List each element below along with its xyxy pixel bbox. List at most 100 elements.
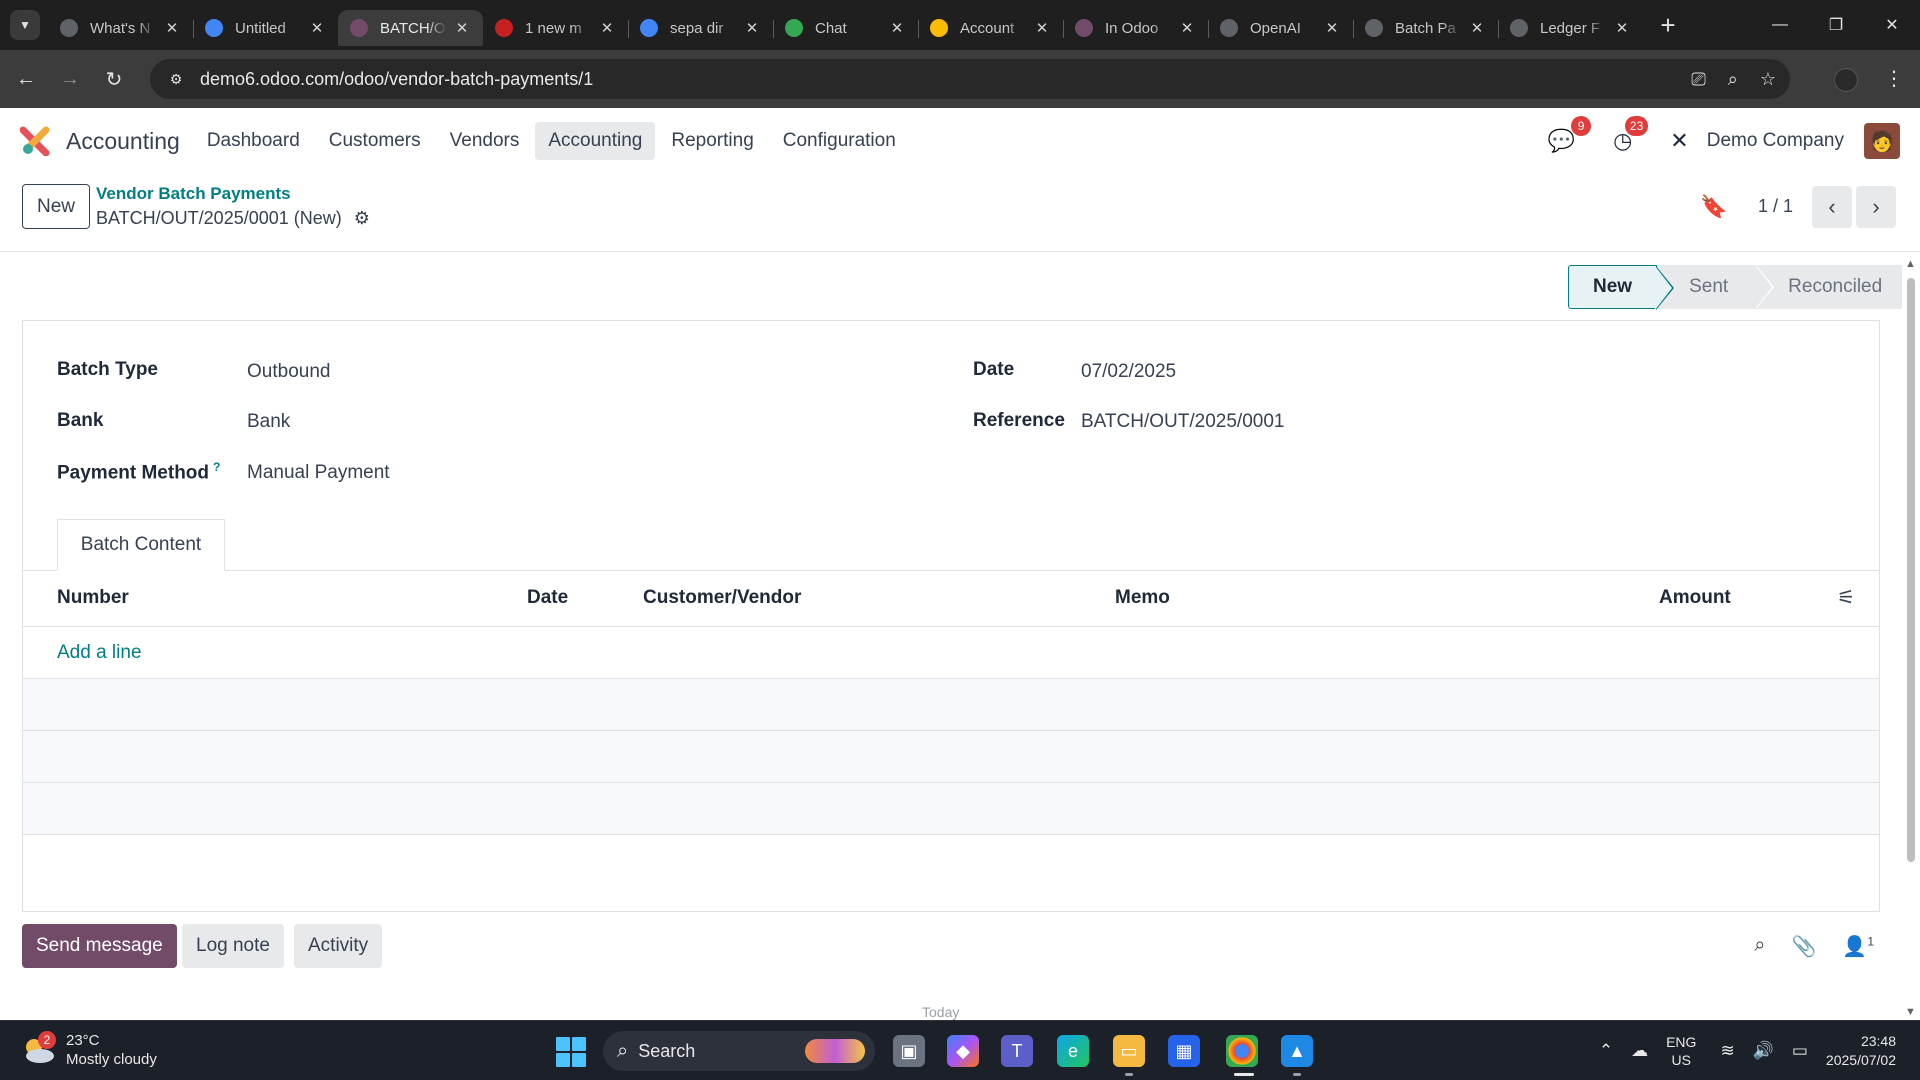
menu-item-dashboard[interactable]: Dashboard [194, 122, 313, 160]
zoom-icon[interactable]: ⌕ [1728, 69, 1738, 90]
browser-tab[interactable]: BATCH/O ✕ [338, 10, 483, 46]
browser-tab[interactable]: Batch Pa ✕ [1353, 10, 1498, 46]
column-memo[interactable]: Memo [1115, 587, 1170, 609]
column-amount[interactable]: Amount [1659, 587, 1731, 609]
address-bar[interactable]: ⚙ demo6.odoo.com/odoo/vendor-batch-payme… [150, 59, 1790, 99]
forward-button[interactable]: → [52, 61, 88, 97]
date-field[interactable]: 07/02/2025 [1081, 361, 1176, 383]
weather-widget[interactable]: 2 23°C Mostly cloudy [20, 1031, 157, 1069]
pager-next-button[interactable]: › [1856, 186, 1896, 228]
attachment-icon[interactable]: 📎 [1792, 934, 1817, 959]
install-app-icon[interactable]: ⎚ [1691, 69, 1705, 90]
column-number[interactable]: Number [57, 587, 129, 609]
reference-field[interactable]: BATCH/OUT/2025/0001 [1081, 411, 1284, 433]
onedrive-icon[interactable]: ☁ [1631, 1041, 1648, 1061]
windows-start-icon[interactable] [556, 1037, 586, 1067]
send-message-button[interactable]: Send message [22, 924, 177, 968]
new-tab-button[interactable]: + [1653, 10, 1683, 40]
close-tab-icon[interactable]: ✕ [1178, 19, 1196, 37]
clock[interactable]: 23:48 2025/07/02 [1826, 1032, 1896, 1070]
optional-columns-icon[interactable]: ⚟ [1837, 585, 1855, 610]
payment-method-field[interactable]: Manual Payment [247, 462, 390, 484]
bookmark-icon[interactable]: 🔖 [1700, 194, 1727, 220]
odoo-app-logo-icon[interactable] [19, 126, 50, 157]
chrome-icon[interactable] [1226, 1035, 1258, 1067]
taskbar-search[interactable]: ⌕ Search [603, 1031, 875, 1071]
activity-clock-icon[interactable]: ◷ 23 [1613, 116, 1649, 154]
menu-item-accounting[interactable]: Accounting [535, 122, 656, 160]
breadcrumb-parent-link[interactable]: Vendor Batch Payments [96, 184, 291, 204]
user-avatar[interactable]: 🧑 [1864, 123, 1900, 159]
followers-icon[interactable]: 👤1 [1842, 934, 1874, 959]
profile-avatar[interactable] [1834, 68, 1858, 92]
close-tab-icon[interactable]: ✕ [1033, 19, 1051, 37]
stage-reconciled[interactable]: Reconciled [1756, 265, 1907, 309]
close-tab-icon[interactable]: ✕ [453, 19, 471, 37]
close-tab-icon[interactable]: ✕ [743, 19, 761, 37]
browser-tab[interactable]: Ledger F ✕ [1498, 10, 1643, 46]
menu-item-vendors[interactable]: Vendors [437, 122, 533, 160]
activity-button[interactable]: Activity [294, 924, 383, 968]
edge-icon[interactable]: e [1057, 1035, 1089, 1067]
browser-tab[interactable]: sepa dir ✕ [628, 10, 773, 46]
close-window-button[interactable]: ✕ [1864, 0, 1920, 50]
wifi-icon[interactable]: ≋ [1720, 1041, 1734, 1061]
scroll-thumb[interactable] [1907, 278, 1915, 862]
browser-tab[interactable]: What's N ✕ [48, 10, 193, 46]
close-tab-icon[interactable]: ✕ [1613, 19, 1631, 37]
debug-tools-icon[interactable]: ✕ [1670, 128, 1688, 154]
messaging-icon[interactable]: 💬 9 [1548, 116, 1592, 154]
browser-tab[interactable]: In Odoo ✕ [1063, 10, 1208, 46]
tab-search-button[interactable]: ▼ [10, 10, 40, 40]
close-tab-icon[interactable]: ✕ [888, 19, 906, 37]
browser-tab[interactable]: Chat ✕ [773, 10, 918, 46]
help-tooltip-icon[interactable]: ? [213, 460, 220, 474]
teams-icon[interactable]: T [1001, 1035, 1033, 1067]
chevron-up-icon[interactable]: ⌃ [1599, 1041, 1613, 1061]
menu-item-reporting[interactable]: Reporting [658, 122, 766, 160]
close-tab-icon[interactable]: ✕ [308, 19, 326, 37]
company-switcher[interactable]: Demo Company [1707, 130, 1844, 152]
close-tab-icon[interactable]: ✕ [163, 19, 181, 37]
bank-field[interactable]: Bank [247, 411, 290, 433]
log-note-button[interactable]: Log note [182, 924, 284, 968]
browser-menu-icon[interactable]: ⋮ [1884, 66, 1904, 91]
search-messages-icon[interactable]: ⌕ [1754, 934, 1765, 959]
browser-tab[interactable]: Account ✕ [918, 10, 1063, 46]
column-date[interactable]: Date [527, 587, 568, 609]
batch-type-field[interactable]: Outbound [247, 361, 330, 383]
file-explorer-icon[interactable]: ▭ [1113, 1035, 1145, 1067]
input-language[interactable]: ENG US [1666, 1033, 1696, 1069]
close-tab-icon[interactable]: ✕ [1468, 19, 1486, 37]
scroll-up-arrow-icon[interactable]: ▲ [1905, 258, 1916, 270]
new-record-button[interactable]: New [22, 184, 90, 229]
photos-icon[interactable]: ▲ [1281, 1035, 1313, 1067]
column-customer-vendor[interactable]: Customer/Vendor [643, 587, 801, 609]
tab-batch-content[interactable]: Batch Content [57, 519, 225, 571]
minimize-button[interactable]: — [1752, 0, 1808, 50]
microsoft-store-icon[interactable]: ▦ [1168, 1035, 1200, 1067]
bookmark-star-icon[interactable]: ☆ [1760, 69, 1776, 90]
copilot-icon[interactable]: ◆ [947, 1035, 979, 1067]
close-tab-icon[interactable]: ✕ [1323, 19, 1341, 37]
gear-icon[interactable]: ⚙ [354, 208, 370, 229]
browser-tab[interactable]: 1 new m ✕ [483, 10, 628, 46]
reload-button[interactable]: ↻ [96, 61, 132, 97]
task-view-icon[interactable]: ▣ [893, 1035, 925, 1067]
close-tab-icon[interactable]: ✕ [598, 19, 616, 37]
site-info-icon[interactable]: ⚙ [164, 71, 188, 88]
restore-button[interactable]: ❐ [1808, 0, 1864, 50]
add-line-link[interactable]: Add a line [57, 642, 142, 664]
stage-new[interactable]: New [1568, 265, 1675, 310]
scroll-down-arrow-icon[interactable]: ▼ [1905, 1006, 1916, 1018]
page-scrollbar[interactable]: ▲ ▼ [1902, 256, 1920, 1020]
back-button[interactable]: ← [8, 61, 44, 97]
browser-tab[interactable]: Untitled ✕ [193, 10, 338, 46]
pager-value[interactable]: 1 / 1 [1758, 196, 1793, 217]
app-name[interactable]: Accounting [66, 128, 180, 155]
volume-icon[interactable]: 🔊 [1753, 1041, 1774, 1061]
menu-item-configuration[interactable]: Configuration [770, 122, 909, 160]
battery-icon[interactable]: ▭ [1792, 1041, 1808, 1061]
menu-item-customers[interactable]: Customers [316, 122, 434, 160]
browser-tab[interactable]: OpenAI ✕ [1208, 10, 1353, 46]
